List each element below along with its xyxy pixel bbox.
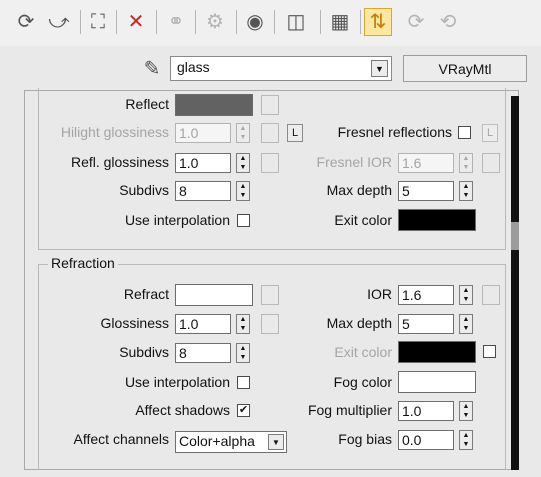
material-name-text: glass (177, 59, 210, 75)
fog-multiplier-label: Fog multiplier (307, 402, 392, 418)
reflect-color-swatch[interactable] (175, 94, 253, 116)
fresnel-reflections-label: Fresnel reflections (337, 124, 452, 140)
max-depth-label: Max depth (326, 182, 392, 198)
go-forward-icon[interactable]: ⟳ (402, 8, 430, 36)
refraction-subdivs-spinner[interactable]: ▲ ▼ (236, 343, 250, 363)
glossiness-spinner[interactable]: ▲ ▼ (236, 314, 250, 334)
pick-material-icon[interactable]: ⟲ (434, 8, 462, 36)
chevron-down-icon[interactable]: ▼ (371, 60, 388, 77)
refraction-exit-color-label: Exit color (334, 344, 392, 360)
reflect-label: Reflect (125, 96, 169, 112)
assign-material-icon[interactable]: ⛶ (84, 8, 112, 36)
subdivs-label: Subdivs (119, 182, 169, 198)
refl-glossiness-map-button[interactable] (261, 153, 279, 173)
toolbar-separator (360, 10, 361, 34)
subdivs-spinner[interactable]: ▲ ▼ (236, 181, 250, 201)
toolbar-separator (80, 10, 81, 34)
toolbar-separator (274, 10, 275, 34)
ior-label: IOR (367, 286, 392, 302)
refraction-max-depth-spinner[interactable]: ▲ ▼ (459, 314, 473, 334)
fresnel-ior-label: Fresnel IOR (316, 154, 392, 170)
affect-channels-value: Color+alpha (179, 433, 255, 449)
exit-color-swatch[interactable] (398, 209, 476, 231)
get-material-icon[interactable]: ⟳ (12, 8, 40, 36)
exit-color-label: Exit color (334, 212, 392, 228)
ior-input[interactable]: 1.6 (398, 285, 454, 305)
max-depth-input[interactable]: 5 (398, 181, 454, 201)
fog-bias-label: Fog bias (338, 431, 392, 447)
refl-glossiness-spinner[interactable]: ▲ ▼ (236, 153, 250, 173)
refraction-group-title: Refraction (48, 255, 118, 271)
ior-map-button[interactable] (482, 285, 500, 305)
eyedropper-icon[interactable]: ✎ (138, 54, 166, 82)
go-to-parent-icon[interactable]: ⇅ (364, 8, 392, 36)
material-effects-icon[interactable]: ◉ (241, 8, 269, 36)
scrollbar[interactable] (511, 96, 519, 470)
show-map-icon[interactable]: ◫ (282, 8, 310, 36)
reflect-map-button[interactable] (261, 95, 279, 115)
max-depth-spinner[interactable]: ▲ ▼ (459, 181, 473, 201)
fog-bias-input[interactable]: 0.0 (398, 430, 454, 450)
refract-map-button[interactable] (261, 285, 279, 305)
refract-color-swatch[interactable] (175, 284, 253, 306)
fresnel-ior-map-button[interactable] (482, 153, 500, 173)
refraction-max-depth-input[interactable]: 5 (398, 314, 454, 334)
toolbar-separator (236, 10, 237, 34)
scrollbar-grip[interactable] (511, 222, 519, 250)
glossiness-label: Glossiness (100, 315, 169, 331)
affect-shadows-checkbox[interactable]: ✔ (237, 404, 250, 417)
refraction-subdivs-input[interactable]: 8 (175, 343, 231, 363)
use-interpolation-label: Use interpolation (124, 212, 230, 228)
affect-channels-select[interactable]: Color+alpha ▼ (175, 431, 287, 453)
toolbar-separator (195, 10, 196, 34)
toolbar-separator (116, 10, 117, 34)
fog-multiplier-input[interactable]: 1.0 (398, 401, 454, 421)
refl-glossiness-label: Refl. glossiness (70, 154, 169, 170)
fresnel-ior-input[interactable]: 1.6 (398, 153, 454, 173)
show-end-result-icon[interactable]: ▦ (326, 8, 354, 36)
fog-color-swatch[interactable] (398, 371, 476, 393)
affect-channels-label: Affect channels (73, 431, 169, 447)
hilight-glossiness-input[interactable]: 1.0 (175, 123, 231, 143)
material-type-button[interactable]: VRayMtl (403, 55, 527, 82)
chevron-down-icon[interactable]: ▼ (268, 434, 284, 450)
hilight-lock-button[interactable]: L (287, 124, 303, 142)
make-unique-icon[interactable]: ⚭ (162, 8, 190, 36)
refl-glossiness-input[interactable]: 1.0 (175, 153, 231, 173)
refract-label: Refract (123, 286, 169, 302)
affect-shadows-label: Affect shadows (135, 402, 230, 418)
refraction-use-interpolation-checkbox[interactable] (237, 376, 250, 389)
refraction-max-depth-label: Max depth (326, 315, 392, 331)
put-to-library-icon[interactable]: ⚙ (201, 8, 229, 36)
hilight-map-button[interactable] (261, 123, 279, 143)
refraction-subdivs-label: Subdivs (119, 344, 169, 360)
fog-multiplier-spinner[interactable]: ▲ ▼ (459, 401, 473, 421)
material-name-field[interactable]: glass ▼ (170, 56, 392, 81)
hilight-glossiness-label: Hilight glossiness (60, 124, 169, 140)
fog-bias-spinner[interactable]: ▲ ▼ (459, 430, 473, 450)
material-editor-toolbar: ⟳ ⤻ ⛶ ✕ ⚭ ⚙ ◉ ◫ ▦ ⇅ ⟳ ⟲ (0, 0, 541, 46)
ior-spinner[interactable]: ▲ ▼ (459, 285, 473, 305)
refraction-exit-color-checkbox[interactable] (483, 345, 496, 358)
delete-icon[interactable]: ✕ (122, 8, 150, 36)
glossiness-input[interactable]: 1.0 (175, 314, 231, 334)
use-interpolation-checkbox[interactable] (237, 214, 250, 227)
fresnel-lock-button[interactable]: L (482, 124, 498, 142)
refraction-use-interpolation-label: Use interpolation (124, 374, 230, 390)
hilight-glossiness-spinner[interactable]: ▲ ▼ (236, 123, 250, 143)
put-to-scene-icon[interactable]: ⤻ (45, 8, 73, 36)
refraction-exit-color-swatch[interactable] (398, 341, 476, 363)
toolbar-separator (156, 10, 157, 34)
fog-color-label: Fog color (333, 374, 392, 390)
fresnel-ior-spinner[interactable]: ▲ ▼ (459, 153, 473, 173)
toolbar-separator (320, 10, 321, 34)
subdivs-input[interactable]: 8 (175, 181, 231, 201)
glossiness-map-button[interactable] (261, 314, 279, 334)
fresnel-reflections-checkbox[interactable] (458, 126, 471, 139)
